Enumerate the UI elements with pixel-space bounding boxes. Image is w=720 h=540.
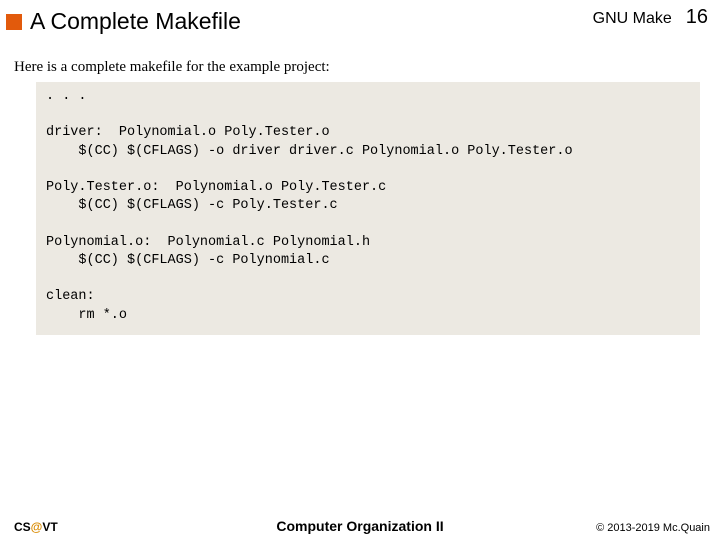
footer-vt: VT — [42, 520, 57, 534]
intro-text: Here is a complete makefile for the exam… — [14, 59, 720, 76]
bullet-icon — [6, 14, 22, 30]
slide-header: A Complete Makefile GNU Make 16 — [0, 0, 720, 41]
header-topic: GNU Make — [593, 10, 672, 28]
header-right: GNU Make 16 — [593, 6, 708, 29]
footer-at: @ — [31, 520, 43, 534]
footer-right: © 2013-2019 Mc.Quain — [596, 522, 710, 534]
footer-left: CS@VT — [14, 520, 58, 534]
page-number: 16 — [686, 6, 708, 29]
slide-title: A Complete Makefile — [30, 8, 241, 35]
makefile-code: . . . driver: Polynomial.o Poly.Tester.o… — [36, 82, 700, 335]
footer-center: Computer Organization II — [276, 518, 443, 534]
footer-cs: CS — [14, 520, 31, 534]
slide-footer: CS@VT Computer Organization II © 2013-20… — [0, 520, 720, 534]
